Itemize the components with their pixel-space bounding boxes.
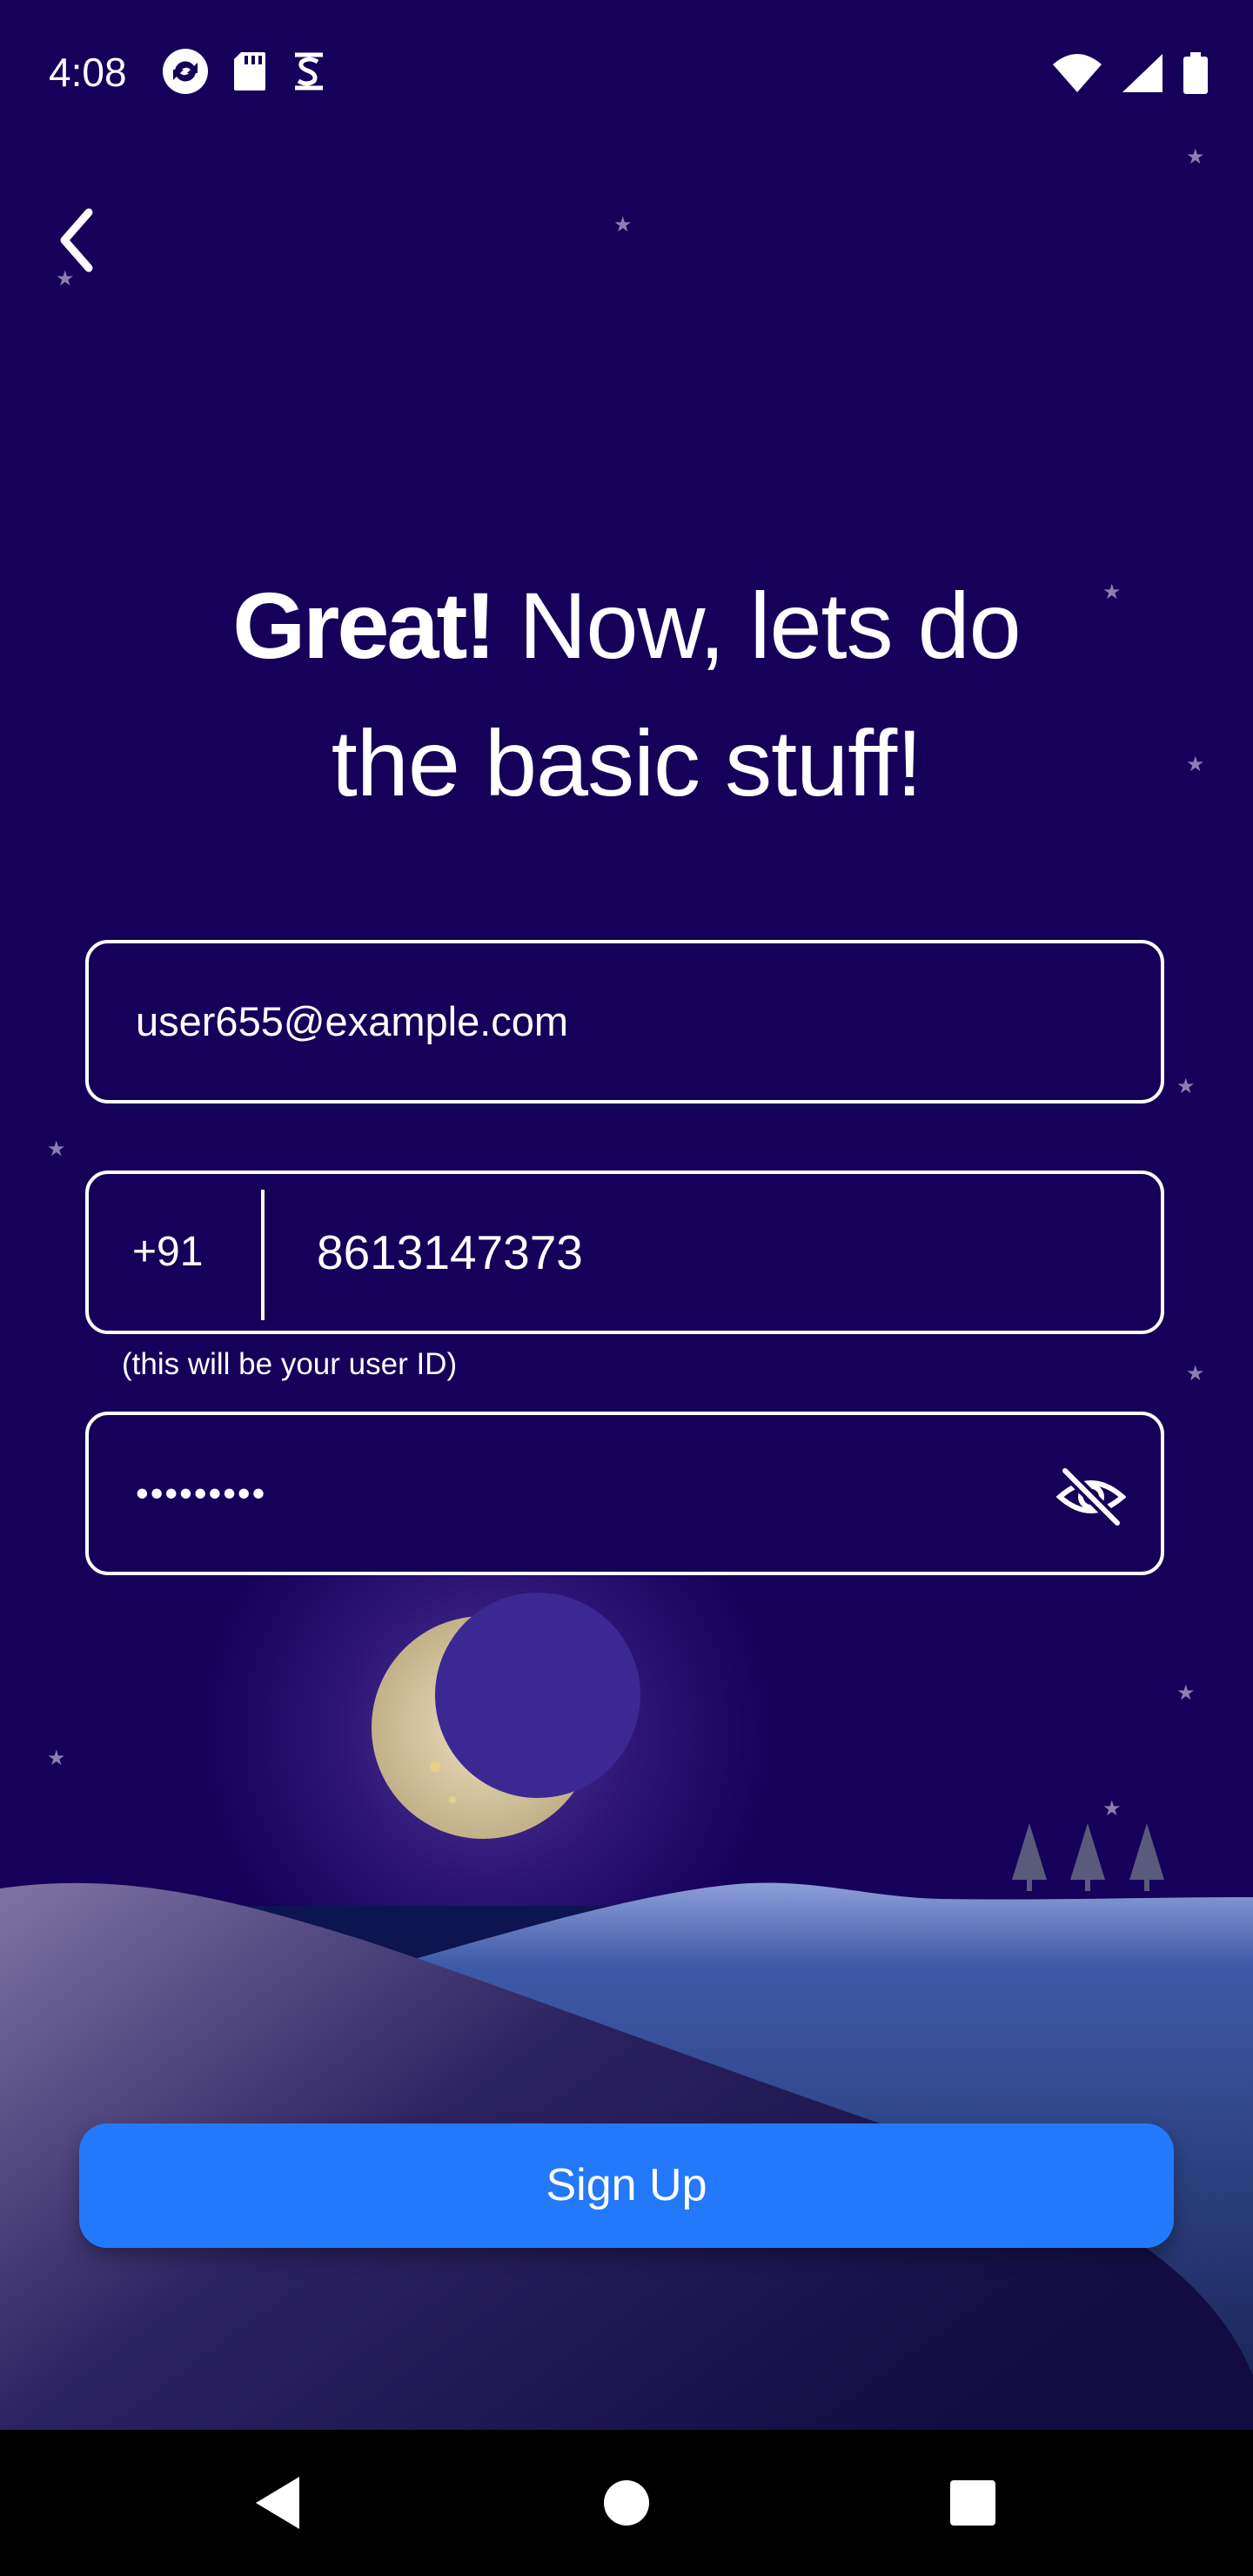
- system-icons: [1053, 52, 1208, 94]
- system-navigation-bar: [0, 2430, 1253, 2576]
- email-field[interactable]: user655@example.com: [85, 940, 1164, 1104]
- password-field[interactable]: •••••••••: [85, 1412, 1164, 1575]
- star: ★: [56, 267, 75, 291]
- star: ★: [1186, 1362, 1205, 1385]
- notification-icons: [161, 47, 328, 96]
- sign-up-button[interactable]: Sign Up: [79, 2123, 1174, 2248]
- star: ★: [47, 1137, 66, 1161]
- back-arrow-icon[interactable]: [52, 205, 104, 275]
- email-value: user655@example.com: [136, 998, 569, 1044]
- screen: 4:08 ★ ★ ★ ★ ★ ★ ★ ★ ★ ★ ★ Great! Now, l…: [0, 0, 1253, 2430]
- nav-back-icon[interactable]: [245, 2468, 315, 2538]
- title-bold: Great!: [232, 573, 496, 678]
- title-rest: Now, lets do: [493, 573, 1021, 678]
- star: ★: [613, 213, 633, 237]
- title-line-2: the basic stuff!: [331, 710, 922, 815]
- status-bar: 4:08: [0, 0, 1253, 148]
- eye-off-icon[interactable]: [1056, 1462, 1126, 1532]
- trees-decoration: [1012, 1823, 1164, 1891]
- s-app-icon: [295, 52, 323, 91]
- sd-card-icon: [234, 52, 265, 91]
- wifi-icon: [1053, 54, 1102, 92]
- sync-app-icon: [163, 49, 208, 94]
- phone-divider: [261, 1190, 265, 1320]
- nav-recents-icon[interactable]: [938, 2468, 1008, 2538]
- star: ★: [1186, 145, 1205, 169]
- night-landscape-illustration: [0, 1593, 1253, 2430]
- moon-icon: [372, 1593, 640, 1839]
- password-value: •••••••••: [136, 1472, 267, 1513]
- nav-home-icon[interactable]: [592, 2468, 661, 2538]
- phone-number-value: 8613147373: [317, 1225, 583, 1279]
- page-title: Great! Now, lets do the basic stuff!: [104, 557, 1149, 832]
- phone-field[interactable]: +91 8613147373: [85, 1171, 1164, 1334]
- status-time: 4:08: [49, 50, 127, 95]
- star: ★: [1176, 1075, 1196, 1098]
- title-line-1: Great! Now, lets do: [104, 557, 1149, 694]
- signal-icon: [1122, 54, 1163, 92]
- star: ★: [1186, 753, 1205, 776]
- country-code-selector[interactable]: +91: [132, 1174, 203, 1331]
- battery-icon: [1183, 52, 1208, 94]
- phone-hint: (this will be your user ID): [122, 1347, 458, 1381]
